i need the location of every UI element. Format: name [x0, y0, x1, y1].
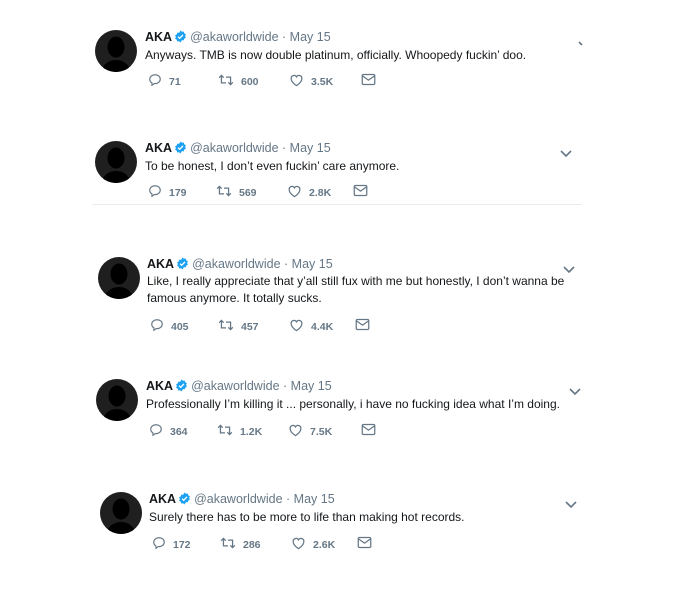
separator-dot: ·	[282, 30, 287, 44]
envelope-icon	[355, 318, 377, 334]
chevron-down-icon[interactable]	[578, 34, 584, 52]
heart-icon	[289, 73, 311, 90]
reply-count: 71	[169, 75, 181, 88]
retweet-button[interactable]: 457	[218, 318, 259, 335]
reply-icon	[150, 318, 171, 335]
retweet-icon	[216, 184, 239, 201]
tweet-actions: 364 1.2K 7.5K	[149, 423, 389, 439]
heart-icon	[287, 184, 309, 201]
avatar[interactable]	[96, 379, 138, 421]
tweet-text: Anyways. TMB is now double platinum, off…	[145, 48, 527, 62]
direct-message-button[interactable]	[353, 184, 375, 200]
reply-icon	[149, 423, 170, 440]
tweet-text: Surely there has to be more to life than…	[149, 510, 465, 524]
author-name[interactable]: AKA	[145, 30, 172, 44]
like-button[interactable]: 2.6K	[291, 536, 335, 553]
envelope-icon	[357, 536, 379, 552]
like-button[interactable]: 7.5K	[288, 423, 332, 440]
retweet-icon	[220, 536, 243, 553]
separator-dot: ·	[283, 379, 288, 393]
retweet-icon	[218, 318, 241, 335]
retweet-button[interactable]: 1.2K	[217, 423, 262, 440]
verified-badge-icon	[176, 257, 189, 273]
tweet-actions: 71 600 3.5K	[148, 73, 388, 89]
author-handle[interactable]: @akaworldwide	[190, 141, 278, 155]
heart-icon	[289, 318, 311, 335]
like-count: 2.6K	[313, 538, 336, 551]
retweet-button[interactable]: 600	[218, 73, 259, 90]
retweet-button[interactable]: 286	[220, 536, 261, 553]
avatar[interactable]	[95, 30, 137, 72]
direct-message-button[interactable]	[361, 73, 383, 89]
separator-dot: ·	[282, 141, 287, 155]
retweet-count: 600	[241, 75, 259, 88]
retweet-button[interactable]: 569	[216, 184, 257, 201]
heart-icon	[288, 423, 310, 440]
direct-message-button[interactable]	[357, 536, 379, 552]
reply-icon	[148, 73, 169, 90]
tweet-actions: 179 569 2.8K	[148, 184, 388, 200]
verified-badge-icon	[178, 492, 191, 508]
author-handle[interactable]: @akaworldwide	[192, 257, 280, 271]
tweet-date[interactable]: May 15	[292, 257, 333, 271]
author-handle[interactable]: @akaworldwide	[194, 492, 282, 506]
author-handle[interactable]: @akaworldwide	[190, 30, 278, 44]
reply-count: 364	[170, 425, 188, 438]
heart-icon	[291, 536, 313, 553]
author-name[interactable]: AKA	[149, 492, 176, 506]
reply-count: 405	[171, 320, 189, 333]
retweet-count: 569	[239, 186, 257, 199]
retweet-count: 286	[243, 538, 261, 551]
tweet-date[interactable]: May 15	[290, 30, 331, 44]
verified-badge-icon	[174, 141, 187, 157]
tweet-actions: 172 286 2.6K	[152, 536, 392, 552]
reply-count: 172	[173, 538, 191, 551]
tweet-date[interactable]: May 15	[291, 379, 332, 393]
envelope-icon	[361, 423, 383, 439]
tweet-text: To be honest, I don’t even fuckin’ care …	[145, 159, 400, 173]
reply-button[interactable]: 172	[152, 536, 191, 553]
retweet-count: 457	[241, 320, 259, 333]
reply-button[interactable]: 179	[148, 184, 187, 201]
author-name[interactable]: AKA	[145, 141, 172, 155]
author-name[interactable]: AKA	[147, 257, 174, 271]
author-handle[interactable]: @akaworldwide	[191, 379, 279, 393]
like-button[interactable]: 3.5K	[289, 73, 333, 90]
avatar[interactable]	[98, 257, 140, 299]
reply-count: 179	[169, 186, 187, 199]
tweet-date[interactable]: May 15	[294, 492, 335, 506]
separator-dot: ·	[284, 257, 289, 271]
tweet-divider	[92, 204, 582, 205]
reply-button[interactable]: 405	[150, 318, 189, 335]
tweet-date[interactable]: May 15	[290, 141, 331, 155]
reply-icon	[148, 184, 169, 201]
reply-button[interactable]: 71	[148, 73, 181, 90]
reply-button[interactable]: 364	[149, 423, 188, 440]
retweet-icon	[218, 73, 241, 90]
verified-badge-icon	[175, 379, 188, 395]
like-button[interactable]: 2.8K	[287, 184, 331, 201]
avatar[interactable]	[95, 141, 137, 183]
direct-message-button[interactable]	[361, 423, 383, 439]
like-count: 4.4K	[311, 320, 334, 333]
direct-message-button[interactable]	[355, 318, 377, 334]
like-count: 3.5K	[311, 75, 334, 88]
author-name[interactable]: AKA	[146, 379, 173, 393]
avatar[interactable]	[100, 492, 142, 534]
envelope-icon	[361, 73, 383, 89]
retweet-icon	[217, 423, 240, 440]
reply-icon	[152, 536, 173, 553]
like-button[interactable]: 4.4K	[289, 318, 333, 335]
tweet-actions: 405 457 4.4K	[150, 318, 390, 334]
separator-dot: ·	[286, 492, 291, 506]
tweet-text: Professionally I’m killing it ... person…	[146, 397, 560, 411]
tweet-text: Like, I really appreciate that y’all sti…	[147, 274, 565, 305]
like-count: 2.8K	[309, 186, 332, 199]
retweet-count: 1.2K	[240, 425, 263, 438]
envelope-icon	[353, 184, 375, 200]
like-count: 7.5K	[310, 425, 333, 438]
verified-badge-icon	[174, 30, 187, 46]
